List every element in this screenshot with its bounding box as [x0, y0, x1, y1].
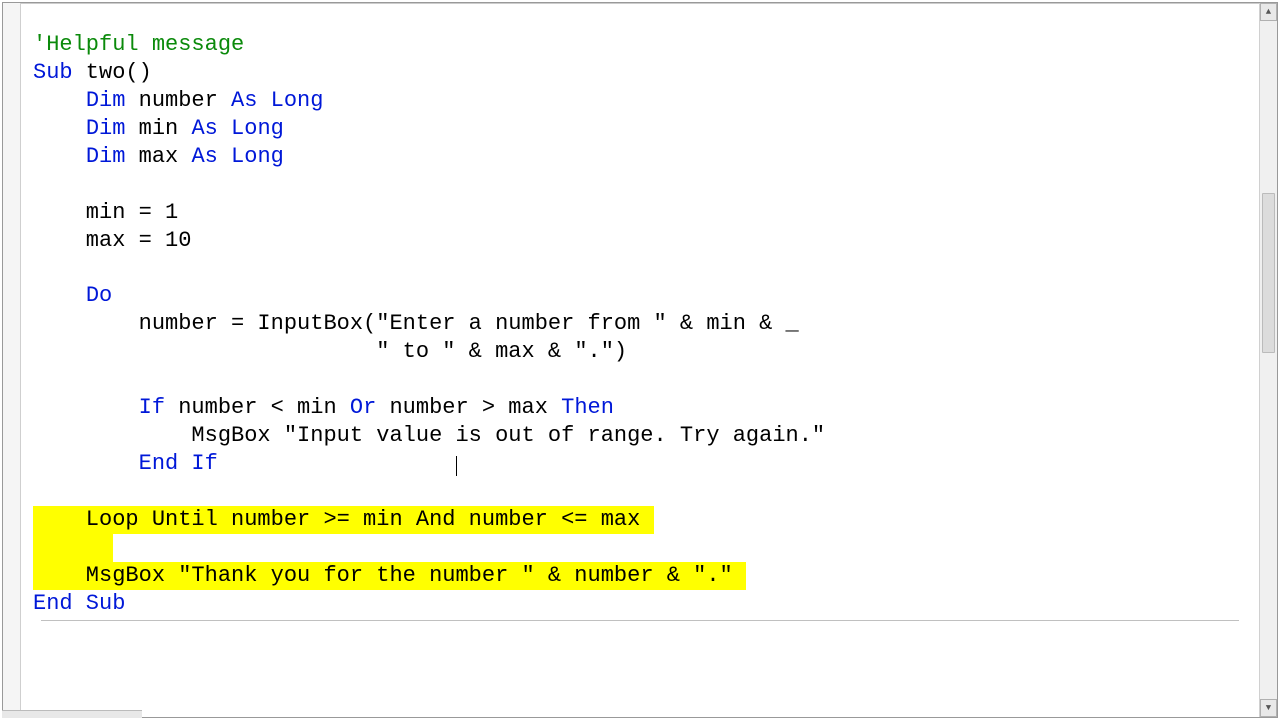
- code-text: number < min: [165, 395, 350, 420]
- scroll-thumb[interactable]: [1262, 193, 1275, 353]
- var: max: [125, 144, 191, 169]
- code-text: number = InputBox(: [33, 311, 376, 336]
- procedure-divider: [41, 620, 1239, 621]
- string-literal: "Enter a number from ": [376, 311, 666, 336]
- keyword-or: Or: [350, 395, 376, 420]
- string-literal: "Input value is out of range. Try again.…: [284, 423, 825, 448]
- assign-line: max = 10: [33, 228, 191, 253]
- keyword-as: As: [191, 116, 217, 141]
- keyword-long: Long: [231, 116, 284, 141]
- code-text: & max &: [455, 339, 574, 364]
- vertical-scrollbar[interactable]: ▲ ▼: [1259, 3, 1277, 717]
- keyword-dim: Dim: [86, 116, 126, 141]
- var: number: [125, 88, 231, 113]
- code-edit-area[interactable]: 'Helpful message Sub two() Dim number As…: [21, 3, 1259, 717]
- chevron-down-icon: ▼: [1266, 703, 1271, 713]
- code-text: ): [614, 339, 627, 364]
- keyword-if: If: [139, 395, 165, 420]
- scroll-up-button[interactable]: ▲: [1260, 3, 1277, 21]
- text-cursor: [456, 456, 457, 476]
- scroll-down-button[interactable]: ▼: [1260, 699, 1277, 717]
- bottom-tab-strip[interactable]: [2, 710, 142, 718]
- editor-gutter: [3, 3, 21, 717]
- code-text: [33, 339, 376, 364]
- string-literal: "Thank you for the number ": [178, 563, 534, 588]
- string-literal: ".": [693, 563, 733, 588]
- code-text: number > max: [376, 395, 561, 420]
- code-text: & min & _: [667, 311, 799, 336]
- keyword-endsub: End Sub: [33, 591, 125, 616]
- code-text: & number &: [535, 563, 693, 588]
- chevron-up-icon: ▲: [1266, 7, 1271, 17]
- keyword-do: Do: [86, 283, 112, 308]
- keyword-then: Then: [561, 395, 614, 420]
- highlighted-line: Loop Until number >= min And number <= m…: [33, 506, 654, 534]
- keyword-long: Long: [271, 88, 324, 113]
- keyword-dim: Dim: [86, 88, 126, 113]
- keyword-endif: End If: [139, 451, 218, 476]
- code-text: MsgBox: [33, 563, 178, 588]
- keyword-sub: Sub: [33, 60, 73, 85]
- comment-line: 'Helpful message: [33, 32, 244, 57]
- string-literal: " to ": [376, 339, 455, 364]
- var: min: [125, 116, 191, 141]
- highlighted-line: MsgBox "Thank you for the number " & num…: [33, 562, 746, 590]
- keyword-as: As: [231, 88, 257, 113]
- code-editor-frame: 'Helpful message Sub two() Dim number As…: [2, 2, 1278, 718]
- keyword-long: Long: [231, 144, 284, 169]
- keyword-as: As: [191, 144, 217, 169]
- code-text: MsgBox: [33, 423, 284, 448]
- sub-name: two(): [73, 60, 152, 85]
- assign-line: min = 1: [33, 200, 178, 225]
- code-text: Loop Until number >= min And number <= m…: [33, 507, 654, 532]
- keyword-dim: Dim: [86, 144, 126, 169]
- string-literal: ".": [574, 339, 614, 364]
- highlighted-line: [33, 534, 113, 562]
